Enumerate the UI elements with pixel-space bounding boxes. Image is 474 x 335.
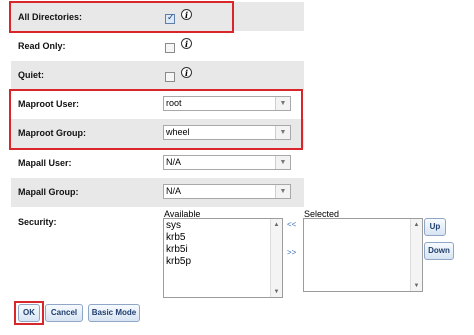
scroll-up-icon[interactable]: ▲ [411,222,422,228]
move-left-button[interactable]: << [287,220,296,229]
row-mapall-group: Mapall Group: N/A ▼ [11,178,304,207]
info-icon[interactable]: i [181,38,192,49]
list-option[interactable]: sys [166,220,191,232]
list-option[interactable]: krb5i [166,244,191,256]
row-read-only: Read Only: i [11,31,304,61]
security-label: Security: [18,217,57,227]
highlight-ok [14,301,44,325]
quiet-label: Quiet: [18,70,44,80]
selected-listbox[interactable]: ▲ ▼ [303,218,423,292]
quiet-checkbox[interactable] [165,72,175,82]
list-option[interactable]: krb5p [166,256,191,268]
highlight-all-directories [9,1,234,33]
mapall-user-value: N/A [166,157,182,167]
scroll-up-icon[interactable]: ▲ [271,222,282,228]
scroll-down-icon[interactable]: ▼ [271,289,282,295]
list-option[interactable]: krb5 [166,232,191,244]
selected-scrollbar[interactable]: ▲ ▼ [410,219,422,291]
row-quiet: Quiet: i [11,61,304,90]
available-scrollbar[interactable]: ▲ ▼ [270,219,282,297]
basic-mode-button[interactable]: Basic Mode [88,304,140,322]
info-icon[interactable]: i [181,67,192,78]
mapall-user-label: Mapall User: [18,158,72,168]
move-right-button[interactable]: >> [287,248,296,257]
cancel-button[interactable]: Cancel [45,304,83,322]
row-mapall-user: Mapall User: N/A ▼ [11,148,304,178]
available-options: sys krb5 krb5i krb5p [166,220,191,268]
available-listbox[interactable]: sys krb5 krb5i krb5p ▲ ▼ [163,218,283,298]
down-button[interactable]: Down [424,242,454,260]
mapall-group-select[interactable]: N/A ▼ [163,184,291,199]
mapall-group-label: Mapall Group: [18,187,79,197]
read-only-label: Read Only: [18,41,66,51]
highlight-maproot [9,89,303,150]
scroll-down-icon[interactable]: ▼ [411,283,422,289]
up-button[interactable]: Up [424,218,446,236]
mapall-user-select[interactable]: N/A ▼ [163,155,291,170]
chevron-down-icon[interactable]: ▼ [275,156,290,169]
mapall-group-value: N/A [166,186,182,196]
chevron-down-icon[interactable]: ▼ [275,185,290,198]
read-only-checkbox[interactable] [165,43,175,53]
